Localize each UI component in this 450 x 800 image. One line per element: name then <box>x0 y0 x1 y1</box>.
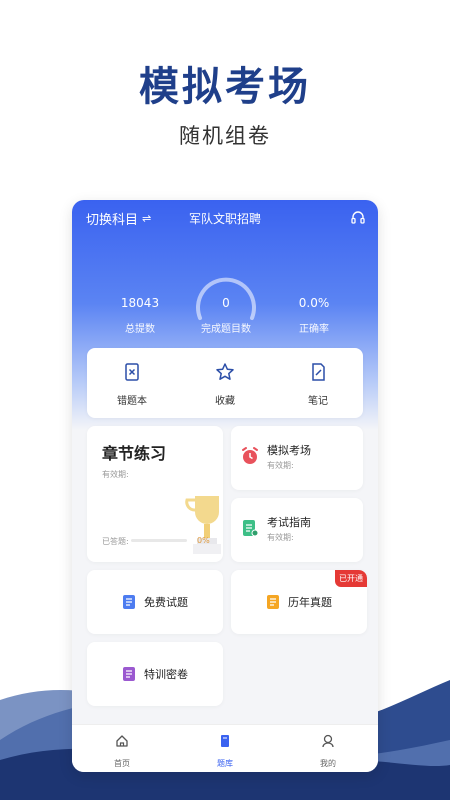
question-bank-icon <box>221 735 229 747</box>
trophy-icon <box>185 496 221 554</box>
tab-profile[interactable]: 我的 <box>298 733 358 769</box>
stat-completed-label: 完成题目数 <box>201 324 251 335</box>
free-questions-icon <box>123 595 135 609</box>
past-papers-icon <box>267 595 279 609</box>
free-questions-label: 免费试题 <box>144 596 188 609</box>
top-bar: 切换科目 ⇌ 军队文职招聘 <box>72 200 378 236</box>
home-icon <box>116 735 128 747</box>
tab-home[interactable]: 首页 <box>92 733 152 769</box>
exam-guide-title: 考试指南 <box>267 516 311 529</box>
mock-exam-valid: 有效期: <box>267 461 294 470</box>
alarm-clock-icon <box>242 447 258 464</box>
profile-icon <box>322 734 334 748</box>
stat-accuracy: 0.0% 正确率 <box>284 296 344 335</box>
exam-guide-card[interactable]: 考试指南 有效期: <box>231 498 363 562</box>
unlocked-badge: 已开通 <box>335 570 367 587</box>
favorites-button[interactable]: 收藏 <box>190 362 260 407</box>
stat-total-value: 18043 <box>120 296 160 310</box>
wrong-book-icon <box>125 363 139 381</box>
stat-accuracy-label: 正确率 <box>299 324 329 335</box>
chapter-practice-card[interactable]: 章节练习 有效期: 已答题: 0% <box>87 426 223 562</box>
phone-screen: 切换科目 ⇌ 军队文职招聘 18043 总提数 0 完成题目数 0.0% 正确率… <box>72 200 378 772</box>
past-papers-label: 历年真题 <box>288 596 332 609</box>
stat-total: 18043 总提数 <box>110 296 170 335</box>
exam-guide-valid: 有效期: <box>267 533 294 542</box>
past-papers-card[interactable]: 历年真题 已开通 <box>231 570 367 634</box>
chapter-practice-title: 章节练习 <box>102 444 167 463</box>
chapter-valid-label: 有效期: <box>102 470 129 479</box>
quick-actions: 错题本 收藏 笔记 <box>87 348 363 418</box>
notes-label: 笔记 <box>308 396 328 407</box>
exam-name: 军队文职招聘 <box>188 212 261 226</box>
progress-percent: 0% <box>197 536 210 545</box>
tab-question-bank-label: 题库 <box>217 759 233 768</box>
mock-exam-card[interactable]: 模拟考场 有效期: <box>231 426 363 490</box>
headset-icon[interactable] <box>350 210 366 226</box>
notes-button[interactable]: 笔记 <box>283 362 353 407</box>
tab-question-bank[interactable]: 题库 <box>195 733 255 769</box>
special-papers-icon <box>123 667 135 681</box>
special-papers-card[interactable]: 特训密卷 <box>87 642 223 706</box>
free-questions-card[interactable]: 免费试题 <box>87 570 223 634</box>
tab-profile-label: 我的 <box>320 759 336 768</box>
note-icon <box>312 363 325 381</box>
stat-completed-value: 0 <box>222 296 230 310</box>
tab-home-label: 首页 <box>114 759 130 768</box>
answered-label: 已答题: <box>102 537 129 546</box>
progress-bar <box>131 539 187 542</box>
promo-subtitle: 随机组卷 <box>179 124 271 148</box>
special-papers-label: 特训密卷 <box>144 668 188 681</box>
wrong-book-label: 错题本 <box>117 396 147 407</box>
star-icon <box>216 363 234 380</box>
guide-document-icon <box>243 520 259 537</box>
wrong-book-button[interactable]: 错题本 <box>97 362 167 407</box>
stat-completed: 0 完成题目数 <box>190 296 262 335</box>
stat-total-label: 总提数 <box>125 324 155 335</box>
bottom-tab-bar: 首页 题库 我的 <box>72 724 378 772</box>
promo-title: 模拟考场 <box>139 64 311 110</box>
favorites-label: 收藏 <box>215 396 235 407</box>
mock-exam-title: 模拟考场 <box>267 444 311 457</box>
stat-accuracy-value: 0.0% <box>298 296 330 310</box>
